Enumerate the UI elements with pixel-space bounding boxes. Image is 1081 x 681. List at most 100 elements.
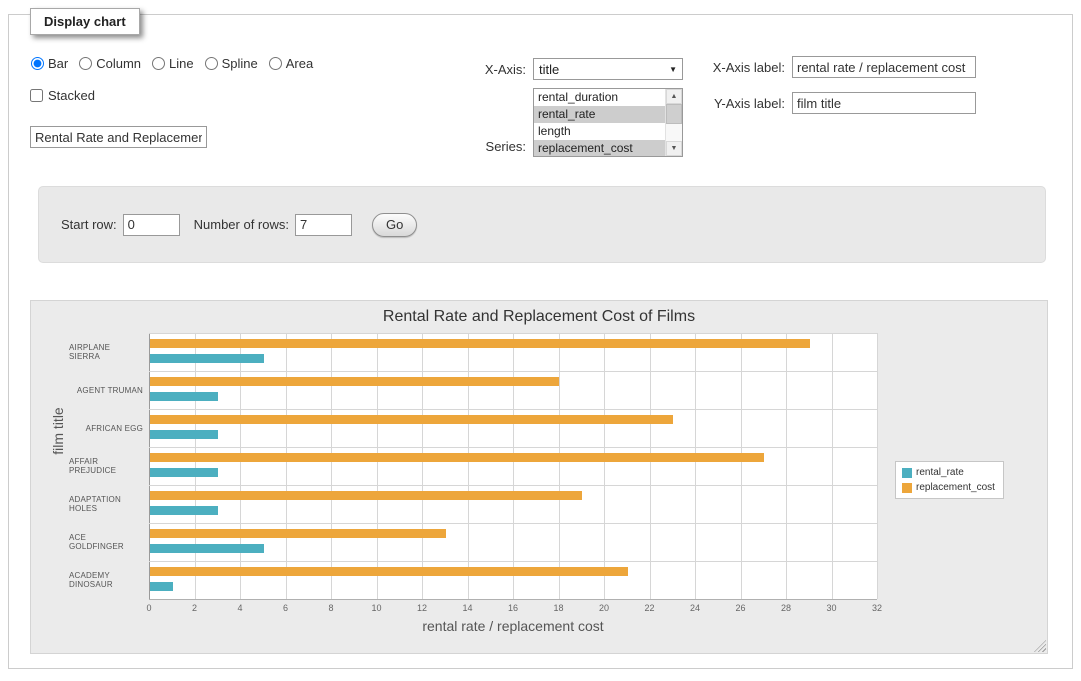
x-tick-label: 0 — [146, 603, 151, 613]
series-field-row: Series: rental_duration rental_rate leng… — [430, 88, 683, 157]
bar-rental_rate[interactable] — [150, 392, 218, 401]
legend-item[interactable]: replacement_cost — [902, 482, 995, 493]
go-button[interactable]: Go — [372, 213, 417, 237]
yaxis-label-input[interactable] — [792, 92, 976, 114]
bar-rental_rate[interactable] — [150, 582, 173, 591]
series-select-label: Series: — [430, 139, 533, 157]
x-tick-label: 24 — [690, 603, 700, 613]
x-tick-label: 26 — [735, 603, 745, 613]
xaxis-selected-value: title — [539, 62, 559, 77]
gridline-vertical — [286, 333, 287, 599]
bar-radio-label: Bar — [48, 56, 68, 71]
scroll-up-icon[interactable]: ▲ — [666, 89, 682, 104]
chart-type-option-line[interactable]: Line — [152, 56, 194, 71]
bar-replacement_cost[interactable] — [150, 415, 673, 424]
x-tick-label: 22 — [644, 603, 654, 613]
start-row-label: Start row: — [61, 217, 117, 232]
bar-rental_rate[interactable] — [150, 506, 218, 515]
gridline-vertical — [513, 333, 514, 599]
column-radio-label: Column — [96, 56, 141, 71]
gridline-vertical — [559, 333, 560, 599]
category-label: ACADEMY DINOSAUR — [69, 561, 143, 599]
bar-rental_rate[interactable] — [150, 544, 264, 553]
gridline-vertical — [468, 333, 469, 599]
column-radio[interactable] — [79, 57, 92, 70]
x-axis-title: rental rate / replacement cost — [149, 618, 877, 634]
scrollbar-track[interactable] — [666, 104, 682, 141]
gridline-horizontal — [149, 561, 877, 562]
x-tick-label: 32 — [872, 603, 882, 613]
gridline-horizontal — [149, 333, 877, 334]
bar-replacement_cost[interactable] — [150, 491, 582, 500]
series-option-length[interactable]: length — [534, 123, 665, 140]
chart-title-input[interactable] — [30, 126, 207, 148]
scrollbar-thumb[interactable] — [666, 104, 682, 124]
gridline-horizontal — [149, 409, 877, 410]
x-tick-label: 12 — [417, 603, 427, 613]
area-radio[interactable] — [269, 57, 282, 70]
x-axis-tick-labels: 02468101214161820222426283032 — [149, 603, 877, 615]
series-option-replacement-cost[interactable]: replacement_cost — [534, 140, 665, 156]
spline-radio[interactable] — [205, 57, 218, 70]
category-label: AFFAIR PREJUDICE — [69, 447, 143, 485]
bar-rental_rate[interactable] — [150, 430, 218, 439]
bar-replacement_cost[interactable] — [150, 377, 559, 386]
chart-legend[interactable]: rental_rate replacement_cost — [895, 461, 1004, 499]
line-radio[interactable] — [152, 57, 165, 70]
stacked-option[interactable]: Stacked — [30, 88, 95, 103]
x-tick-label: 16 — [508, 603, 518, 613]
xaxis-select[interactable]: title ▼ — [533, 58, 683, 80]
xaxis-label-label: X-Axis label: — [704, 60, 792, 75]
gridline-horizontal — [149, 523, 877, 524]
chevron-down-icon: ▼ — [669, 66, 677, 74]
start-row-input[interactable] — [123, 214, 180, 236]
area-radio-label: Area — [286, 56, 313, 71]
line-radio-label: Line — [169, 56, 194, 71]
stacked-checkbox[interactable] — [30, 89, 43, 102]
series-listbox[interactable]: rental_duration rental_rate length repla… — [533, 88, 683, 157]
bar-rental_rate[interactable] — [150, 468, 218, 477]
bar-replacement_cost[interactable] — [150, 339, 810, 348]
legend-item[interactable]: rental_rate — [902, 467, 995, 478]
gridline-vertical — [695, 333, 696, 599]
gridline-vertical — [877, 333, 878, 599]
bar-replacement_cost[interactable] — [150, 453, 764, 462]
num-rows-input[interactable] — [295, 214, 352, 236]
x-tick-label: 14 — [462, 603, 472, 613]
bar-radio[interactable] — [31, 57, 44, 70]
chart-type-option-spline[interactable]: Spline — [205, 56, 258, 71]
series-option-rental-rate[interactable]: rental_rate — [534, 106, 665, 123]
gridline-vertical — [195, 333, 196, 599]
gridline-horizontal — [149, 371, 877, 372]
bar-replacement_cost[interactable] — [150, 529, 446, 538]
bar-replacement_cost[interactable] — [150, 567, 628, 576]
legend-label: replacement_cost — [916, 482, 995, 493]
x-tick-label: 18 — [553, 603, 563, 613]
rows-panel: Start row: Number of rows: Go — [38, 186, 1046, 263]
gridline-vertical — [422, 333, 423, 599]
yaxis-label-field-row: Y-Axis label: — [704, 92, 982, 114]
listbox-scrollbar[interactable]: ▲ ▼ — [665, 89, 682, 156]
gridline-vertical — [377, 333, 378, 599]
gridline-vertical — [786, 333, 787, 599]
num-rows-label: Number of rows: — [194, 217, 289, 232]
x-tick-label: 4 — [237, 603, 242, 613]
chart-type-option-area[interactable]: Area — [269, 56, 313, 71]
gridline-horizontal — [149, 485, 877, 486]
chart-type-option-bar[interactable]: Bar — [31, 56, 68, 71]
resize-handle[interactable] — [1034, 640, 1046, 652]
legend-swatch — [902, 468, 912, 478]
scroll-down-icon[interactable]: ▼ — [666, 141, 682, 156]
gridline-vertical — [240, 333, 241, 599]
chart-panel: Rental Rate and Replacement Cost of Film… — [30, 300, 1048, 654]
xaxis-label-field-row: X-Axis label: — [704, 56, 982, 78]
chart-type-option-column[interactable]: Column — [79, 56, 141, 71]
series-options: rental_duration rental_rate length repla… — [534, 89, 665, 156]
plot-area — [149, 333, 877, 599]
gridline-vertical — [650, 333, 651, 599]
gridline-vertical — [149, 333, 150, 599]
xaxis-label-input[interactable] — [792, 56, 976, 78]
bar-rental_rate[interactable] — [150, 354, 264, 363]
x-tick-label: 6 — [283, 603, 288, 613]
series-option-rental-duration[interactable]: rental_duration — [534, 89, 665, 106]
